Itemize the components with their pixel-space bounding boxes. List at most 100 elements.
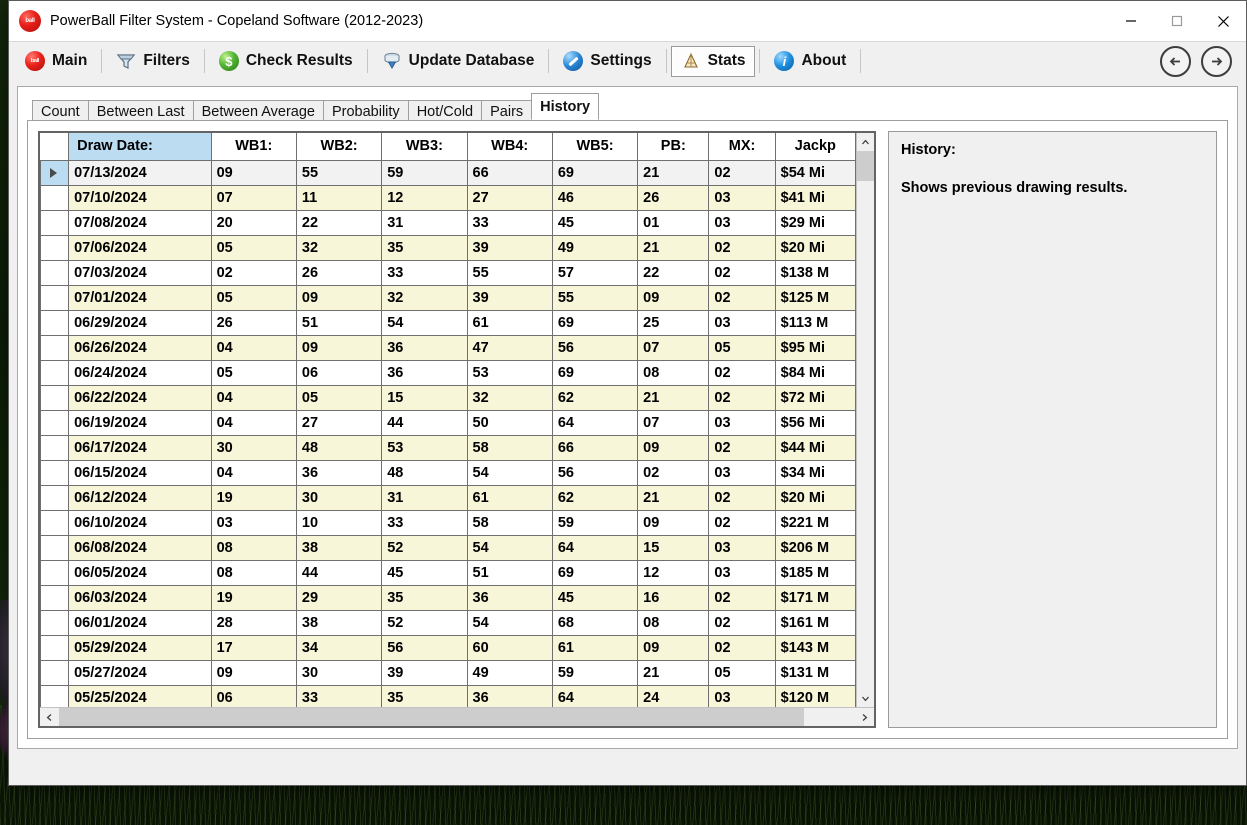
cell-wb2[interactable]: 05 [295,384,383,411]
cell-pb[interactable]: 02 [637,459,710,486]
cell-wb3[interactable]: 35 [381,684,468,707]
cell-wb4[interactable]: 55 [466,259,553,286]
cell-wb4[interactable]: 54 [466,609,553,636]
row-selector-cell[interactable] [40,484,70,511]
cell-wb1[interactable]: 19 [210,484,297,511]
table-row[interactable]: 05/25/2024 06 33 35 36 64 24 03 $120 M [40,684,857,707]
cell-pb[interactable]: 16 [637,584,710,611]
cell-wb4[interactable]: 39 [466,284,553,311]
cell-mx[interactable]: 02 [708,234,776,261]
cell-jackpot[interactable]: $120 M [774,684,857,707]
cell-wb5[interactable]: 64 [551,534,639,561]
table-row[interactable]: 06/03/2024 19 29 35 36 45 16 02 $171 M [40,584,857,611]
cell-pb[interactable]: 12 [637,559,710,586]
cell-draw-date[interactable]: 06/08/2024 [68,534,212,561]
column-header-wb3[interactable]: WB3: [381,133,468,161]
cell-wb5[interactable]: 69 [551,309,639,336]
row-selector-cell[interactable] [40,209,70,236]
cell-wb1[interactable]: 08 [210,534,297,561]
cell-wb1[interactable]: 05 [210,359,297,386]
cell-jackpot[interactable]: $41 Mi [774,184,857,211]
cell-draw-date[interactable]: 06/24/2024 [68,359,212,386]
cell-draw-date[interactable]: 07/03/2024 [68,259,212,286]
cell-pb[interactable]: 01 [637,209,710,236]
column-header-wb5[interactable]: WB5: [552,133,639,161]
vertical-scrollbar[interactable] [856,133,874,707]
cell-wb2[interactable]: 30 [295,484,383,511]
row-selector-cell[interactable] [40,509,70,536]
row-selector-cell[interactable] [40,359,70,386]
cell-jackpot[interactable]: $20 Mi [774,234,857,261]
cell-wb5[interactable]: 64 [551,409,639,436]
cell-wb3[interactable]: 45 [381,559,468,586]
cell-jackpot[interactable]: $185 M [774,559,857,586]
toolbar-item-check-results[interactable]: Check Results [209,46,363,77]
cell-wb1[interactable]: 04 [210,409,297,436]
toolbar-item-settings[interactable]: Settings [553,46,661,77]
cell-wb5[interactable]: 69 [551,359,639,386]
cell-wb4[interactable]: 33 [466,209,553,236]
cell-mx[interactable]: 02 [708,384,776,411]
cell-pb[interactable]: 22 [637,259,710,286]
cell-wb1[interactable]: 26 [210,309,297,336]
cell-draw-date[interactable]: 06/12/2024 [68,484,212,511]
table-row[interactable]: 06/19/2024 04 27 44 50 64 07 03 $56 Mi [40,409,857,436]
cell-mx[interactable]: 02 [708,259,776,286]
cell-wb1[interactable]: 17 [210,634,297,661]
chevron-up-icon[interactable] [857,133,874,151]
cell-wb3[interactable]: 31 [381,209,468,236]
column-header-draw-date[interactable]: Draw Date: [68,133,212,161]
cell-wb1[interactable]: 30 [210,434,297,461]
cell-wb5[interactable]: 62 [551,484,639,511]
arrow-right-circle-icon[interactable] [1201,45,1232,77]
cell-wb3[interactable]: 36 [381,334,468,361]
cell-draw-date[interactable]: 06/05/2024 [68,559,212,586]
cell-draw-date[interactable]: 05/29/2024 [68,634,212,661]
cell-wb1[interactable]: 28 [210,609,297,636]
table-row[interactable]: 06/10/2024 03 10 33 58 59 09 02 $221 M [40,509,857,536]
cell-jackpot[interactable]: $221 M [774,509,857,536]
row-selector-cell[interactable] [40,184,70,211]
cell-draw-date[interactable]: 06/19/2024 [68,409,212,436]
row-selector-cell[interactable] [40,634,70,661]
cell-wb1[interactable]: 04 [210,334,297,361]
cell-pb[interactable]: 08 [637,609,710,636]
cell-wb5[interactable]: 59 [551,659,639,686]
cell-draw-date[interactable]: 06/26/2024 [68,334,212,361]
cell-draw-date[interactable]: 05/27/2024 [68,659,212,686]
cell-wb3[interactable]: 56 [381,634,468,661]
cell-draw-date[interactable]: 07/10/2024 [68,184,212,211]
toolbar-item-main[interactable]: Main [15,46,97,77]
arrow-left-circle-icon[interactable] [1160,45,1191,77]
cell-wb4[interactable]: 32 [466,384,553,411]
cell-mx[interactable]: 05 [708,659,776,686]
toolbar-item-about[interactable]: About [764,46,856,77]
cell-wb3[interactable]: 35 [381,584,468,611]
row-selector-cell[interactable] [40,434,70,461]
cell-wb2[interactable]: 30 [295,659,383,686]
cell-wb2[interactable]: 27 [295,409,383,436]
cell-draw-date[interactable]: 07/06/2024 [68,234,212,261]
cell-mx[interactable]: 02 [708,159,776,186]
row-selector-cell[interactable] [40,409,70,436]
row-selector-cell[interactable] [40,259,70,286]
chevron-right-icon[interactable] [855,708,874,726]
horizontal-scrollbar-track[interactable] [804,708,855,726]
cell-wb3[interactable]: 32 [381,284,468,311]
cell-wb2[interactable]: 06 [295,359,383,386]
cell-wb3[interactable]: 33 [381,259,468,286]
cell-pb[interactable]: 08 [637,359,710,386]
cell-wb5[interactable]: 45 [551,584,639,611]
toolbar-item-stats[interactable]: Stats [670,45,756,77]
row-selector-cell[interactable] [40,159,70,186]
cell-wb3[interactable]: 52 [381,609,468,636]
cell-mx[interactable]: 02 [708,634,776,661]
cell-wb2[interactable]: 48 [295,434,383,461]
row-selector-cell[interactable] [40,534,70,561]
cell-wb1[interactable]: 08 [210,559,297,586]
cell-wb2[interactable]: 10 [295,509,383,536]
cell-wb5[interactable]: 46 [551,184,639,211]
table-row[interactable]: 05/27/2024 09 30 39 49 59 21 05 $131 M [40,659,857,686]
cell-pb[interactable]: 21 [637,159,710,186]
cell-wb1[interactable]: 04 [210,384,297,411]
